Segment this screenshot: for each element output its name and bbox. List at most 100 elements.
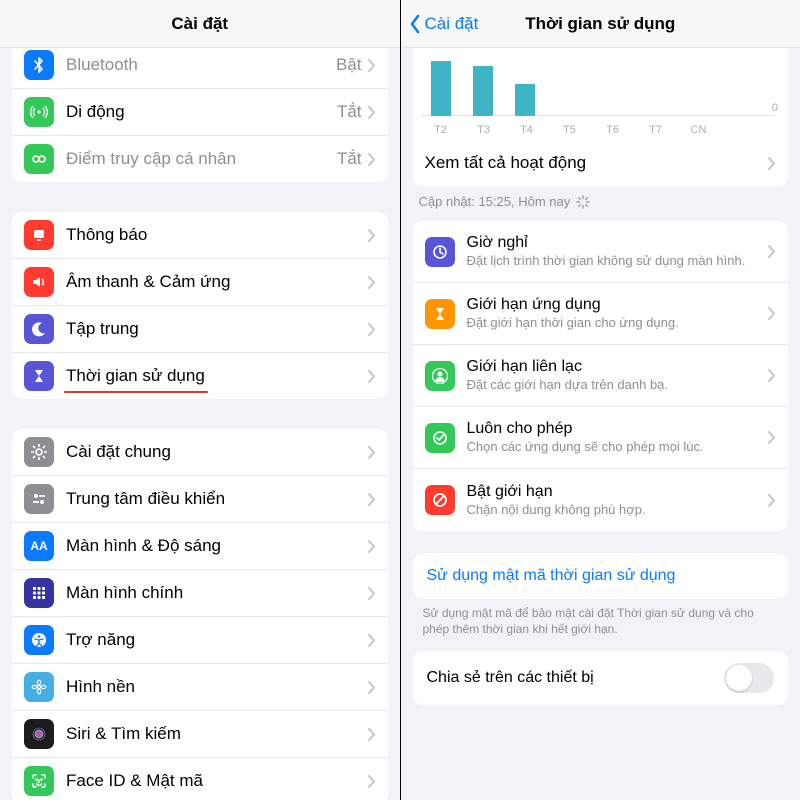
row-label: Màn hình & Độ sáng: [66, 536, 368, 556]
page-title: Cài đặt: [171, 14, 228, 34]
settings-row-faceid[interactable]: Face ID & Mật mã: [12, 758, 388, 800]
chart-bar: [431, 61, 451, 116]
hourglass-icon: [24, 361, 54, 391]
row-value: Tắt: [337, 102, 362, 122]
header-right: Cài đặt Thời gian sử dụng: [401, 0, 800, 48]
hotspot-icon: [24, 144, 54, 174]
screentime-pane: Cài đặt Thời gian sử dụng 0 T2T3T4T5T6T7…: [401, 0, 800, 800]
chevron-right-icon: [368, 540, 376, 553]
row-label: Trợ năng: [66, 630, 368, 650]
settings-row-moon[interactable]: Tập trung: [12, 306, 388, 353]
settings-row-gear[interactable]: Cài đặt chung: [12, 429, 388, 476]
settings-row-sound[interactable]: Âm thanh & Cảm ứng: [12, 259, 388, 306]
chevron-right-icon: [368, 276, 376, 289]
row-label: Siri & Tìm kiếm: [66, 724, 368, 744]
share-across-devices-row[interactable]: Chia sẻ trên các thiết bị: [413, 651, 789, 705]
screentime-option-clock[interactable]: Giờ nghỉĐặt lịch trình thời gian không s…: [413, 221, 789, 283]
chevron-right-icon: [368, 370, 376, 383]
flower-icon: [24, 672, 54, 702]
row-label: Bluetooth: [66, 55, 336, 75]
back-label: Cài đặt: [425, 14, 479, 34]
row-value: Bật: [336, 55, 362, 75]
access-icon: [24, 625, 54, 655]
chevron-right-icon: [368, 446, 376, 459]
check-icon: [425, 423, 455, 453]
settings-row-aa[interactable]: AA Màn hình & Độ sáng: [12, 523, 388, 570]
share-toggle[interactable]: [724, 663, 774, 693]
settings-row-switches[interactable]: Trung tâm điều khiển: [12, 476, 388, 523]
row-label: Thời gian sử dụng: [66, 366, 368, 386]
screentime-option-block[interactable]: Bật giới hạnChặn nội dung không phù hợp.: [413, 469, 789, 531]
chevron-right-icon: [368, 323, 376, 336]
chevron-right-icon: [368, 775, 376, 788]
annotation-underline: [465, 524, 645, 529]
option-subtitle: Đặt giới hạn thời gian cho ứng dụng.: [467, 315, 769, 332]
usage-chart: 0 T2T3T4T5T6T7CN: [413, 48, 789, 140]
header-left: Cài đặt: [0, 0, 400, 48]
settings-row-flower[interactable]: Hình nền: [12, 664, 388, 711]
switches-icon: [24, 484, 54, 514]
settings-row-bell[interactable]: Thông báo: [12, 212, 388, 259]
row-label: Trung tâm điều khiển: [66, 489, 368, 509]
last-updated: Cập nhật: 15:25, Hôm nay: [401, 186, 800, 213]
faceid-icon: [24, 766, 54, 796]
screentime-option-check[interactable]: Luôn cho phépChọn các ứng dụng sẽ cho ph…: [413, 407, 789, 469]
antenna-icon: [24, 97, 54, 127]
chevron-right-icon: [368, 153, 376, 166]
chevron-right-icon: [368, 229, 376, 242]
row-label: Cài đặt chung: [66, 442, 368, 462]
settings-row-grid[interactable]: Màn hình chính: [12, 570, 388, 617]
chevron-right-icon: [368, 59, 376, 72]
annotation-underline: [64, 391, 208, 393]
option-title: Giới hạn ứng dụng: [467, 295, 769, 315]
settings-row-hourglass[interactable]: Thời gian sử dụng: [12, 353, 388, 399]
option-subtitle: Chọn các ứng dụng sẽ cho phép mọi lúc.: [467, 439, 769, 456]
activity-section: 0 T2T3T4T5T6T7CN Xem tất cả hoạt động: [413, 48, 789, 186]
option-title: Giờ nghỉ: [467, 233, 769, 253]
chevron-right-icon: [368, 681, 376, 694]
gear-icon: [24, 437, 54, 467]
siri-icon: [24, 719, 54, 749]
option-subtitle: Chặn nội dung không phù hợp.: [467, 502, 769, 519]
sound-icon: [24, 267, 54, 297]
settings-row-bluetooth[interactable]: BluetoothBật: [12, 48, 388, 89]
y-zero-label: 0: [772, 102, 778, 114]
chart-x-label: T3: [470, 124, 498, 136]
chart-bar: [515, 84, 535, 116]
chevron-right-icon: [368, 634, 376, 647]
settings-list[interactable]: BluetoothBậtDi độngTắtĐiểm truy cập cá n…: [0, 48, 400, 800]
row-value: Tắt: [337, 149, 362, 169]
settings-pane: Cài đặt BluetoothBậtDi độngTắtĐiểm truy …: [0, 0, 400, 800]
settings-section: Cài đặt chung Trung tâm điều khiển AA Màn h…: [12, 429, 388, 800]
screentime-content[interactable]: 0 T2T3T4T5T6T7CN Xem tất cả hoạt động Cậ…: [401, 48, 800, 800]
see-all-label: Xem tất cả hoạt động: [425, 153, 769, 173]
settings-row-access[interactable]: Trợ năng: [12, 617, 388, 664]
block-icon: [425, 485, 455, 515]
option-title: Bật giới hạn: [467, 482, 769, 502]
chart-x-label: CN: [685, 124, 713, 136]
row-label: Thông báo: [66, 225, 368, 245]
chevron-right-icon: [768, 157, 776, 170]
settings-row-antenna[interactable]: Di độngTắt: [12, 89, 388, 136]
clock-icon: [425, 237, 455, 267]
share-label: Chia sẻ trên các thiết bị: [427, 669, 594, 687]
see-all-activity-row[interactable]: Xem tất cả hoạt động: [413, 140, 789, 186]
screentime-option-hourglass[interactable]: Giới hạn ứng dụngĐặt giới hạn thời gian …: [413, 283, 789, 345]
option-title: Giới hạn liên lạc: [467, 357, 769, 377]
chevron-right-icon: [768, 494, 776, 507]
screentime-option-contacts[interactable]: Giới hạn liên lạcĐặt các giới hạn dựa tr…: [413, 345, 789, 407]
chart-x-label: T5: [556, 124, 584, 136]
chart-bar: [473, 66, 493, 116]
settings-row-siri[interactable]: Siri & Tìm kiếm: [12, 711, 388, 758]
use-passcode-label: Sử dụng mật mã thời gian sử dụng: [427, 567, 676, 584]
row-label: Âm thanh & Cảm ứng: [66, 272, 368, 292]
chart-x-label: T2: [427, 124, 455, 136]
contacts-icon: [425, 361, 455, 391]
option-subtitle: Đặt lịch trình thời gian không sử dụng m…: [467, 253, 769, 270]
use-passcode-row[interactable]: Sử dụng mật mã thời gian sử dụng: [413, 553, 789, 599]
bluetooth-icon: [24, 50, 54, 80]
text-size-icon: AA: [24, 531, 54, 561]
chevron-right-icon: [768, 431, 776, 444]
settings-row-hotspot[interactable]: Điểm truy cập cá nhânTắt: [12, 136, 388, 182]
back-button[interactable]: Cài đặt: [409, 14, 479, 34]
